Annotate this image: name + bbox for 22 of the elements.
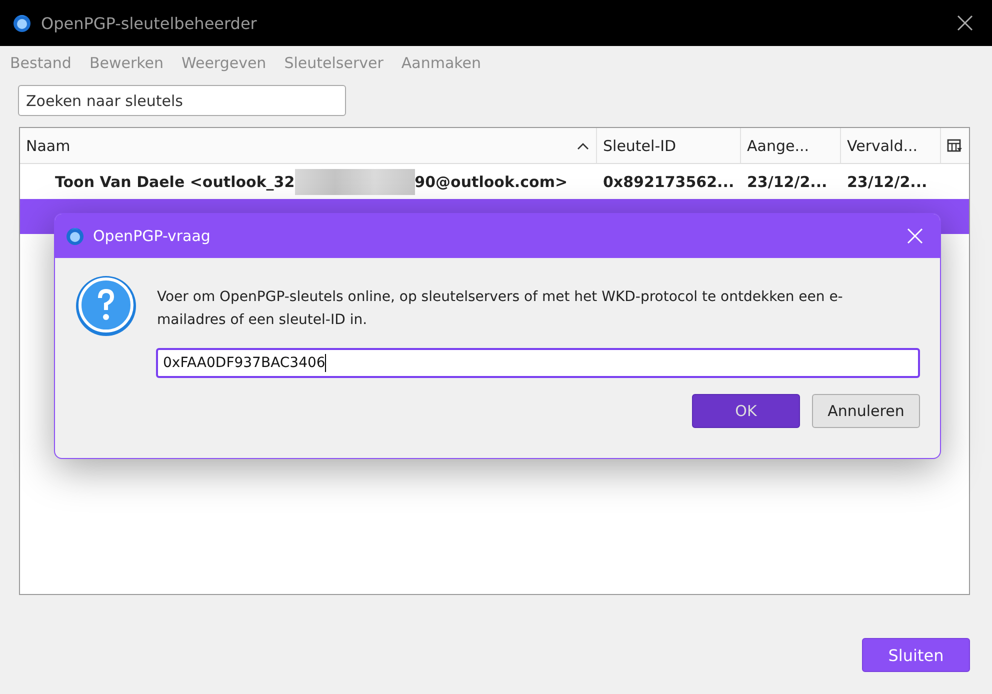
app-icon: [12, 13, 32, 33]
cancel-button[interactable]: Annuleren: [812, 394, 920, 428]
ok-button[interactable]: OK: [692, 394, 800, 428]
column-header[interactable]: Sleutel-ID: [597, 128, 741, 163]
table-row[interactable]: Toon Van Daele <outlook_32 90@outlook.com> 0x892173562... 23/12/2... 23/12/2...: [20, 164, 969, 199]
search-field[interactable]: Zoeken naar sleutels: [18, 85, 346, 116]
column-picker-icon[interactable]: [947, 138, 963, 152]
table-cell: 90@outlook.com>: [414, 172, 568, 190]
close-button[interactable]: Sluiten: [862, 638, 970, 672]
dialog-message: Voer om OpenPGP-sleutels online, op sleutelservers of met het WKD-protocol te ontdekken een e-mailadres of een sleutel-ID in.: [157, 288, 844, 330]
question-icon: [75, 274, 137, 336]
column-header[interactable]: Naam: [20, 128, 597, 163]
column-header[interactable]: Aange...: [741, 128, 841, 163]
column-header[interactable]: Vervald...: [841, 128, 941, 163]
table-cell: Toon Van Daele <outlook_32: [55, 172, 295, 190]
table-cell-text: 0x892173562...: [602, 172, 736, 190]
table-cell-text: 23/12/2...: [746, 172, 828, 190]
table-cell-text: 23/12/2...: [846, 172, 928, 190]
key-input-field[interactable]: 0xFAA0DF937BAC3406: [156, 348, 920, 378]
window-title: OpenPGP-sleutelbeheerder: [41, 14, 257, 32]
app-icon: [65, 226, 85, 246]
dialog-title: OpenPGP-vraag: [93, 227, 210, 245]
